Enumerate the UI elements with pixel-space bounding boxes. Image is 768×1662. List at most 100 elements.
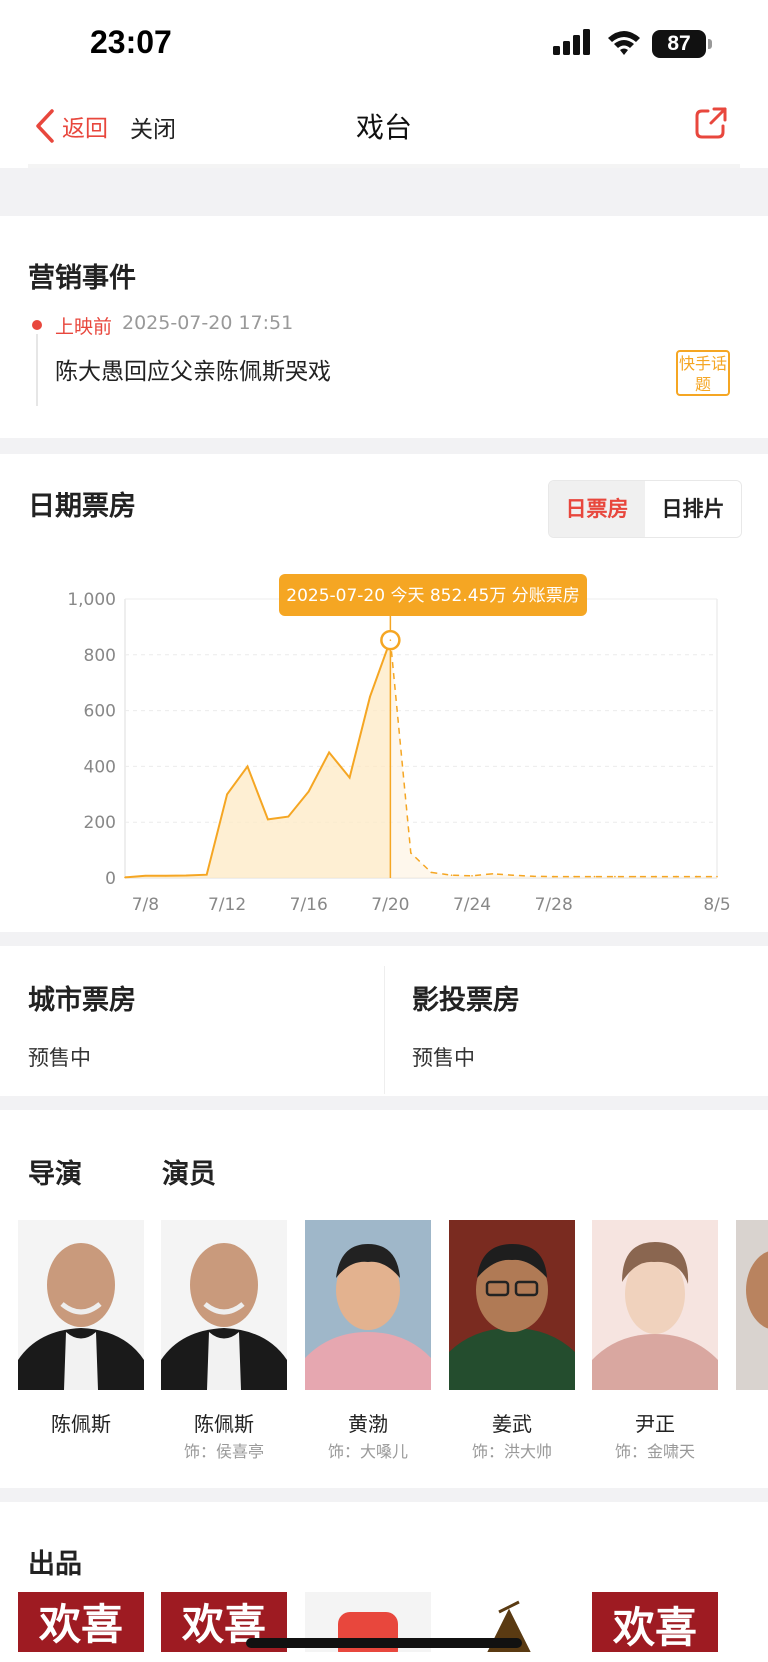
nav-divider (28, 164, 740, 168)
home-indicator (246, 1638, 522, 1648)
person-role: 饰：洪大帅 (471, 1442, 552, 1461)
avatar (592, 1220, 718, 1390)
data-point (450, 874, 453, 877)
back-label: 返回 (62, 116, 108, 142)
person-name: 黄渤 (348, 1412, 388, 1436)
tab-director[interactable]: 导演 (28, 1152, 82, 1191)
y-tick-label: 400 (84, 757, 116, 777)
y-tick-label: 200 (84, 813, 116, 833)
data-point (573, 875, 575, 878)
data-point (552, 875, 555, 878)
data-point (512, 874, 514, 877)
person-role: 饰：金啸天 (614, 1442, 695, 1461)
data-point (430, 871, 433, 874)
event-tag: 上映前 (55, 316, 113, 338)
tooltip-text: 2025-07-20 今天 852.45万 分账票房 (286, 586, 580, 606)
data-point (267, 818, 269, 821)
producers-title: 出品 (28, 1549, 82, 1580)
navigation-bar: 返回 关闭 戏台 (0, 88, 768, 168)
data-point (369, 695, 371, 698)
avatar (736, 1220, 768, 1390)
event-datetime: 2025-07-20 17:51 (122, 312, 294, 334)
data-point (675, 875, 677, 878)
x-tick-label: 7/20 (371, 895, 409, 915)
chevron-left-icon (36, 109, 54, 143)
data-point (287, 815, 290, 818)
data-point (634, 875, 637, 878)
area-fill-projection (390, 640, 717, 878)
timeline-dot (32, 320, 42, 330)
cellular-signal-icon (553, 29, 590, 55)
data-point (654, 875, 657, 878)
data-point (144, 874, 147, 877)
person-name: 陈佩斯 (51, 1412, 111, 1436)
daily-box-office-section: 日期票房 日票房 日排片 0 200 400 600 800 1,000 7/8 7/12 7/… (0, 454, 768, 932)
area-fill (125, 640, 391, 878)
series-line-projection (389, 640, 717, 878)
data-point (185, 874, 188, 877)
x-tick-label: 7/16 (290, 895, 328, 915)
data-point (491, 873, 494, 875)
data-point (409, 852, 412, 854)
city-box-office-title: 城市票房 (28, 985, 136, 1016)
data-point (716, 875, 718, 878)
x-tick-label: 7/24 (453, 895, 491, 915)
cast-card-partial[interactable] (736, 1220, 768, 1390)
y-tick-label: 1,000 (67, 590, 116, 610)
data-point (307, 790, 310, 793)
investor-box-office-card[interactable]: 影投票房 预售中 (384, 946, 768, 1096)
city-box-office-value: 预售中 (28, 1046, 91, 1070)
marketing-events-section: 营销事件 上映前 2025-07-20 17:51 陈大愚回应父亲陈佩斯哭戏 快… (0, 216, 768, 438)
close-button[interactable]: 关闭 (130, 110, 176, 144)
tab-actors[interactable]: 演员 (162, 1152, 216, 1191)
data-point (471, 874, 473, 877)
status-bar: 23:07 87 (0, 0, 768, 88)
data-point (593, 875, 596, 878)
wifi-icon (608, 31, 640, 55)
x-tick-label: 7/12 (208, 895, 246, 915)
investor-box-office-value: 预售中 (412, 1046, 475, 1070)
back-button[interactable]: 返回 (34, 106, 108, 146)
x-tick-label: 7/28 (535, 895, 573, 915)
status-time: 23:07 (90, 24, 172, 60)
battery-indicator: 87 (652, 30, 706, 58)
y-tick-label: 0 (105, 869, 116, 889)
person-name: 尹正 (635, 1412, 675, 1436)
x-tick-label: 8/5 (703, 895, 730, 915)
timeline-line (36, 334, 38, 406)
cast-card[interactable]: 姜武 饰：洪大帅 (449, 1220, 575, 1461)
y-tick-label: 800 (84, 646, 116, 666)
data-point (695, 875, 698, 878)
data-point (348, 776, 351, 779)
box-office-breakdown: 城市票房 预售中 影投票房 预售中 (0, 946, 768, 1096)
avatar (305, 1220, 431, 1390)
event-text[interactable]: 陈大愚回应父亲陈佩斯哭戏 (55, 352, 331, 386)
share-icon[interactable] (694, 106, 728, 140)
investor-box-office-title: 影投票房 (412, 985, 520, 1016)
producer-logo[interactable]: 欢喜 (592, 1592, 718, 1652)
data-point (389, 639, 392, 641)
data-point (124, 876, 126, 879)
data-point (328, 751, 330, 754)
data-point (246, 765, 249, 768)
cast-card[interactable]: 黄渤 饰：大嗓儿 (305, 1220, 431, 1461)
page-title: 戏台 (355, 111, 412, 144)
city-box-office-card[interactable]: 城市票房 预售中 (0, 946, 384, 1096)
data-point (205, 873, 208, 876)
data-point (532, 875, 535, 878)
cast-card[interactable]: 陈佩斯 饰：侯喜亭 (161, 1220, 287, 1461)
data-point (165, 874, 167, 877)
kuaishou-topic-badge[interactable]: 快手话题 (676, 350, 730, 396)
data-point (614, 875, 616, 878)
cast-card[interactable]: 尹正 饰：金啸天 (592, 1220, 718, 1461)
person-name: 姜武 (492, 1412, 532, 1436)
cast-section: 导演 演员 陈佩斯 陈佩斯 饰：侯喜亭 黄渤 饰：大嗓儿 姜武 饰：洪大帅 尹正… (0, 1110, 768, 1488)
box-office-chart[interactable]: 0 200 400 600 800 1,000 7/8 7/12 7/16 7/20 7/24 7/2… (0, 454, 768, 932)
producer-logo[interactable]: 欢喜 (18, 1592, 144, 1652)
person-name: 陈佩斯 (194, 1412, 254, 1436)
cast-card[interactable]: 陈佩斯 (18, 1220, 144, 1436)
avatar (161, 1220, 287, 1390)
x-tick-label: 7/8 (132, 895, 159, 915)
data-point (226, 793, 228, 796)
marketing-events-title: 营销事件 (28, 263, 136, 294)
